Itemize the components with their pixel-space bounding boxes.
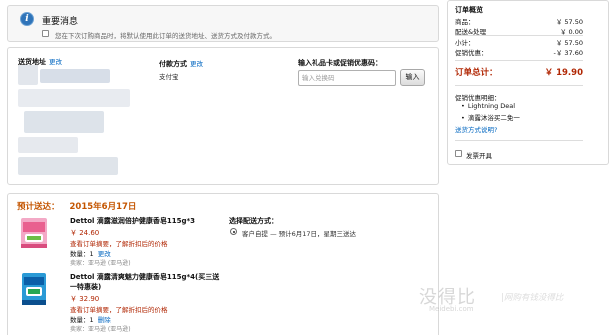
apply-coupon-button[interactable]: 输入 <box>400 69 425 86</box>
seller-1: 卖家：亚马逊 (亚马逊) <box>70 260 131 267</box>
order-summary-title: 订单概览 <box>455 6 483 14</box>
watermark-slogan: |网购有钱没得比 <box>501 293 564 303</box>
order-total-value: ￥ 19.90 <box>544 68 583 78</box>
watermark: 没得比 |网购有钱没得比 Meidebi.com <box>419 283 610 333</box>
product-name-2-line2: 一特惠装) <box>70 283 102 291</box>
summary-value: ￥ 57.50 <box>555 39 583 47</box>
summary-label: 小计： <box>455 39 475 47</box>
quantity-value: 1 <box>89 316 94 324</box>
change-quantity-link[interactable]: 更改 <box>98 250 111 258</box>
discount-note-1[interactable]: 查看订单摘要，了解折扣后的价格 <box>70 238 168 248</box>
summary-divider <box>455 140 583 141</box>
summary-divider <box>455 60 583 61</box>
quantity-row-1: 数量：1 更改 <box>70 248 111 258</box>
summary-value: -￥ 37.60 <box>553 49 583 57</box>
order-total-label: 订单总计： <box>455 68 498 78</box>
discount-note-2[interactable]: 查看订单摘要，了解折扣后的价格 <box>70 304 168 314</box>
default-settings-checkbox[interactable] <box>42 30 49 37</box>
quantity-label: 数量： <box>70 250 90 258</box>
product-price-2: ￥ 32.90 <box>70 295 100 303</box>
product-thumbnail-1[interactable] <box>20 214 48 252</box>
estimated-delivery-label: 预计送达： <box>17 202 60 212</box>
product-name-2-line1: Dettol 滴露清爽魅力健康香皂115g*4(买三送 <box>70 273 220 281</box>
estimated-delivery-date: 2015年6月17日 <box>69 202 137 212</box>
payment-method-label: 付款方式 <box>159 60 187 68</box>
summary-label: 商品： <box>455 18 475 26</box>
payment-method-value: 支付宝 <box>159 73 179 81</box>
shipping-info-link[interactable]: 送货方式说明? <box>455 124 497 134</box>
promotion-item: Lightning Deal <box>461 102 515 110</box>
important-message-title: 重要消息 <box>42 17 79 27</box>
product-thumbnail-2[interactable] <box>20 270 48 308</box>
summary-row-promotion: 促销优惠： -￥ 37.60 <box>455 47 583 57</box>
summary-value: ￥ 57.50 <box>555 18 583 26</box>
product-price-1: ￥ 24.60 <box>70 229 100 237</box>
payment-method-heading: 付款方式 更改 <box>159 58 203 69</box>
seller-2: 卖家：亚马逊 (亚马逊) <box>70 326 131 333</box>
quantity-value: 1 <box>89 250 94 258</box>
coupon-heading: 输入礼品卡或促销优惠码： <box>298 59 382 67</box>
summary-divider <box>455 35 583 36</box>
promotion-details-heading: 促销优惠明细： <box>455 94 501 102</box>
invoice-checkbox[interactable] <box>455 150 462 157</box>
default-settings-label: 您在下次订购商品时，将默认使用此订单的送货地址、送货方式及付款方式。 <box>55 32 276 40</box>
quantity-row-2: 数量：1 删除 <box>70 314 111 324</box>
watermark-url: Meidebi.com <box>429 305 474 313</box>
summary-row-items: 商品： ￥ 57.50 <box>455 16 583 26</box>
product-name-2[interactable]: Dettol 滴露清爽魅力健康香皂115g*4(买三送 一特惠装) <box>70 272 220 292</box>
coupon-code-input[interactable]: 输入兑换码 <box>298 70 396 86</box>
delete-item-link[interactable]: 删除 <box>98 316 111 324</box>
estimated-delivery: 预计送达： 2015年6月17日 <box>17 200 136 212</box>
product-name-1[interactable]: Dettol 滴露滋润倍护健康香皂115g*3 <box>70 216 195 226</box>
shipping-method-heading: 选择配送方式： <box>229 217 278 225</box>
quantity-label: 数量： <box>70 316 90 324</box>
summary-divider <box>455 85 583 86</box>
summary-label: 促销优惠： <box>455 49 488 57</box>
important-message-box: i 重要消息 您在下次订购商品时，将默认使用此订单的送货地址、送货方式及付款方式… <box>7 5 439 42</box>
invoice-label: 发票开具 <box>466 152 492 160</box>
pickup-radio[interactable] <box>230 228 237 235</box>
change-payment-link[interactable]: 更改 <box>190 60 203 68</box>
promotion-item: 滴露沐浴买二免一 <box>461 112 520 122</box>
pickup-option-label[interactable]: 客户自提 — 预计6月17日，星期三送达 <box>242 228 356 238</box>
summary-row-subtotal: 小计： ￥ 57.50 <box>455 37 583 47</box>
info-icon: i <box>20 12 34 26</box>
address-redacted <box>18 65 136 177</box>
